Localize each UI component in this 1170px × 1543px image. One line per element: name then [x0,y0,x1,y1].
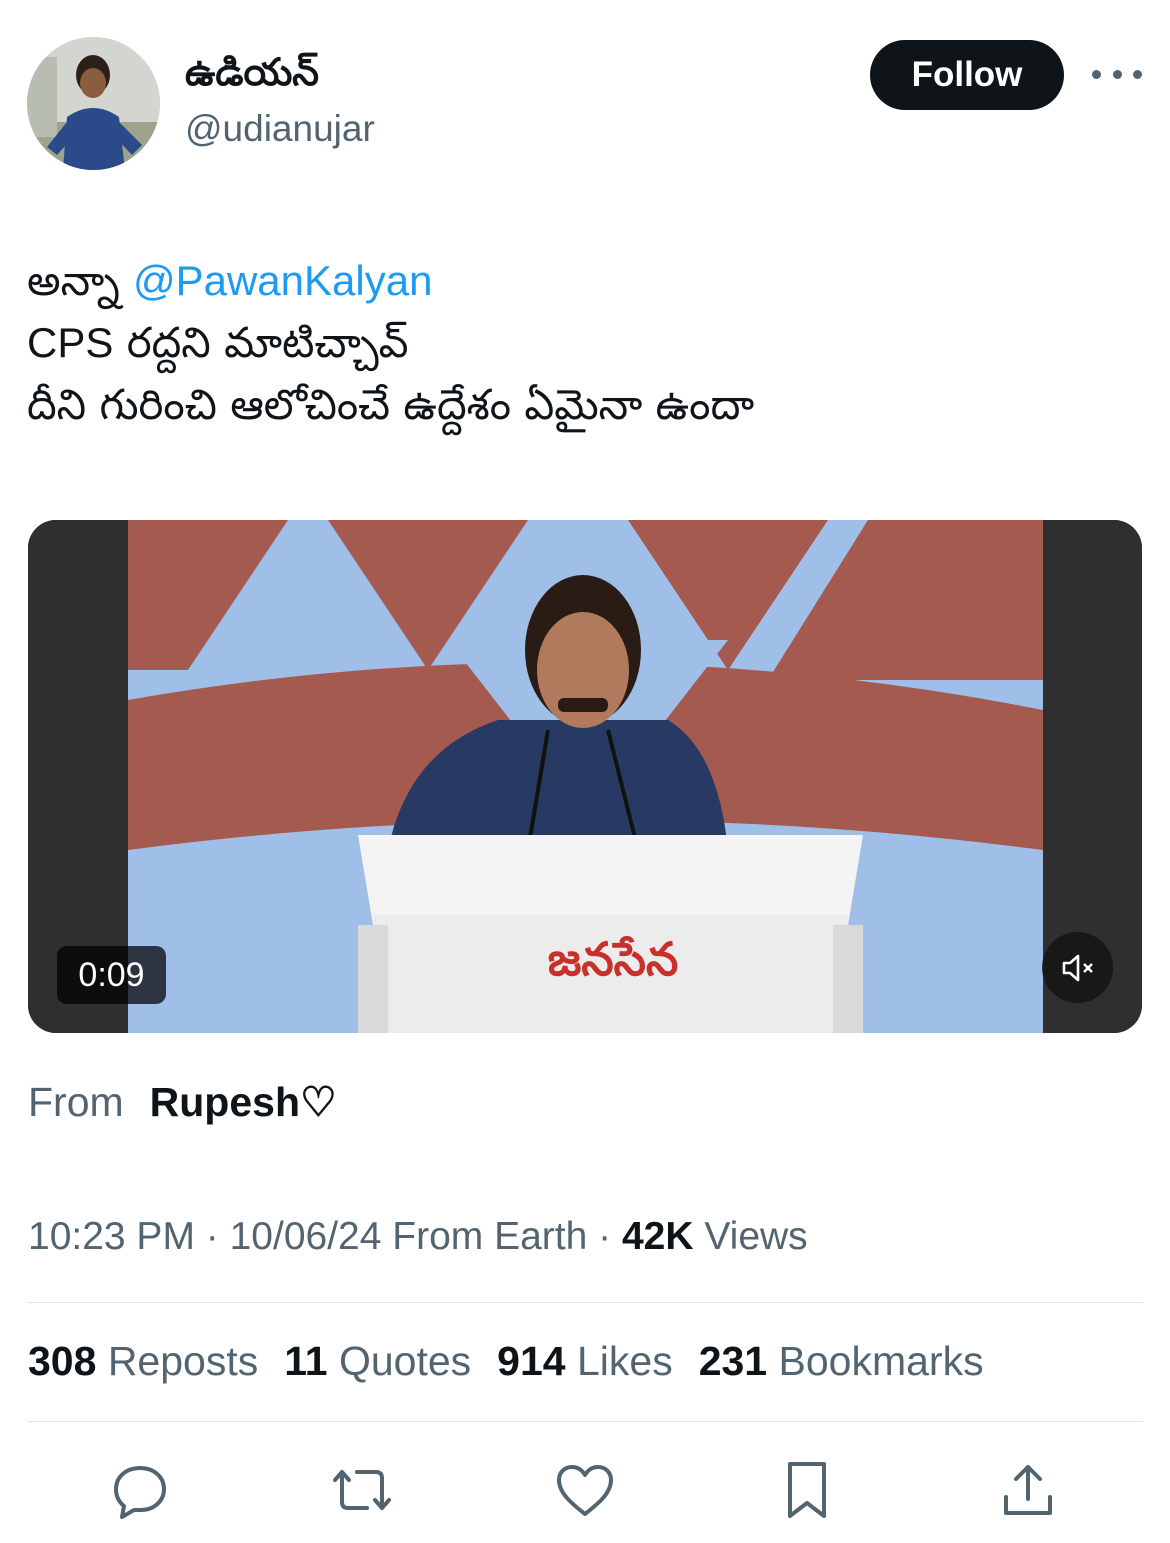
source-name[interactable]: Rupesh♡ [150,1079,337,1125]
engagement-stats: 308 Reposts 11 Quotes 914 Likes 231 Book… [28,1338,984,1385]
stat-label: Reposts [96,1338,259,1384]
tweet-line-3: దీని గురించి ఆలోచించే ఉద్దేశం ఏమైనా ఉందా [27,380,755,429]
tweet-time: 10:23 PM [28,1215,195,1258]
video-duration: 0:09 [57,946,166,1004]
stat-count: 914 [497,1338,566,1384]
avatar[interactable] [27,37,160,170]
stat-bookmarks[interactable]: 231 Bookmarks [699,1338,984,1385]
follow-button[interactable]: Follow [870,40,1064,110]
tweet-meta: 10:23 PM · 10/06/24 From Earth · 42K Vie… [28,1215,808,1259]
views-label: Views [693,1215,808,1258]
tweet-line-1: అన్నా @PawanKalyan [27,250,1137,312]
tweet-line-2-rest: రద్దని మాటిచ్చావ్ [113,318,409,367]
podium-text: జనసేన [548,932,679,986]
views-count: 42K [621,1215,694,1258]
meta-separator: · [194,1215,230,1258]
more-dot [1133,69,1142,79]
repost-icon[interactable] [327,1455,397,1525]
stat-quotes[interactable]: 11 Quotes [284,1338,471,1385]
tweet-line-2: CPS రద్దని మాటిచ్చావ్ [27,312,1137,374]
video-player[interactable]: జనసేన [28,520,1142,1033]
stat-label: Bookmarks [767,1338,984,1384]
author-handle[interactable]: @udianujar [185,108,375,150]
more-icon[interactable] [1092,56,1142,92]
meta-separator: · [587,1215,622,1258]
tweet-text: అన్నా @PawanKalyan CPS రద్దని మాటిచ్చావ్… [27,250,1137,436]
stat-count: 11 [284,1338,328,1384]
stat-count: 308 [28,1338,97,1384]
more-dot [1112,69,1122,79]
mute-icon[interactable] [1042,932,1113,1003]
stat-count: 231 [698,1338,768,1384]
stat-likes[interactable]: 914 Likes [497,1338,673,1385]
tweet-location: From Earth [381,1215,588,1258]
author-display-name[interactable]: ఉడియన్ [185,50,319,104]
video-frame: జనసేన [28,520,1142,1033]
from-label: From [28,1079,124,1125]
more-dot [1092,69,1101,79]
stat-reposts[interactable]: 308 Reposts [28,1338,258,1385]
reply-icon[interactable] [105,1455,175,1525]
stat-label: Quotes [327,1338,472,1384]
like-icon[interactable] [550,1455,620,1525]
share-icon[interactable] [993,1455,1063,1525]
media-source: From Rupesh♡ [28,1078,337,1126]
stat-label: Likes [565,1338,673,1384]
tweet-date: 10/06/24 [229,1215,382,1258]
mention-link[interactable]: @PawanKalyan [133,257,432,304]
bookmark-icon[interactable] [772,1455,842,1525]
divider [27,1421,1143,1422]
divider [27,1302,1143,1303]
tweet-line-2-latin: CPS [27,319,114,366]
tweet-line-1-prefix: అన్నా [27,256,133,305]
avatar-image [27,37,160,170]
